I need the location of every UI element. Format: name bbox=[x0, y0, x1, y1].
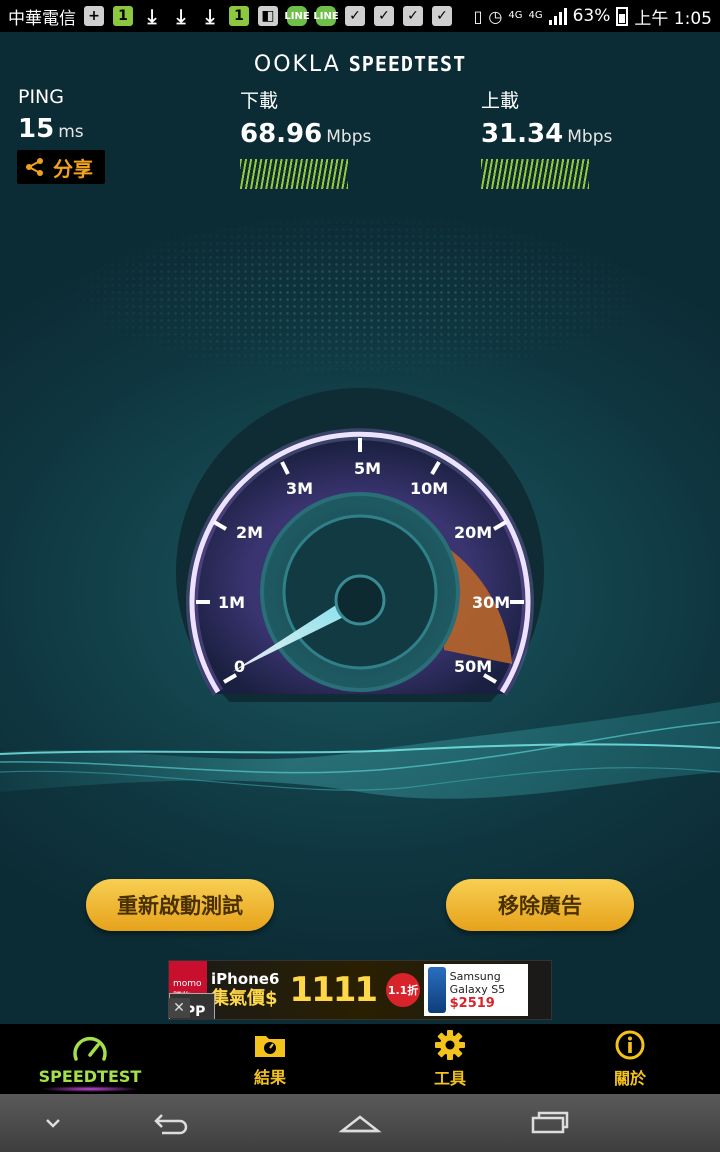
download-icon: ⤓ bbox=[205, 4, 215, 28]
tab-tools-label: 工具 bbox=[433, 1069, 466, 1088]
speed-gauge: 0 1M 2M 3M 5M 10M 20M 30M 50M bbox=[176, 388, 544, 702]
background-wave bbox=[0, 702, 720, 799]
download-stat: 下載 68.96 Mbps bbox=[240, 86, 371, 189]
chevron-down-icon bbox=[46, 1119, 60, 1128]
ad-phone-name: Samsung Galaxy S5 bbox=[449, 969, 506, 996]
battery-icon bbox=[616, 6, 629, 26]
results-folder-icon bbox=[255, 1036, 285, 1057]
gauge-tick-20m: 20M bbox=[454, 523, 492, 542]
share-label: 分享 bbox=[53, 156, 93, 181]
download-icon: ⤓ bbox=[176, 4, 186, 28]
upload-value-row: 31.34 Mbps bbox=[481, 119, 612, 149]
upload-value: 31.34 bbox=[481, 119, 564, 149]
ad-discount-badge: 1.1折 bbox=[386, 973, 421, 1007]
download-unit: Mbps bbox=[326, 127, 372, 147]
ad-line1: iPhone6 bbox=[211, 970, 280, 988]
home-button[interactable] bbox=[330, 1094, 390, 1152]
tab-results-label: 結果 bbox=[253, 1068, 286, 1087]
carrier-name: 中華電信 bbox=[8, 8, 76, 29]
ad-phone-price: $2519 bbox=[449, 995, 495, 1011]
clock: 上午 1:05 bbox=[634, 8, 712, 29]
home-icon bbox=[338, 1115, 382, 1133]
task-check-icon: ✓ bbox=[432, 6, 452, 26]
download-value-row: 68.96 Mbps bbox=[240, 119, 371, 149]
ping-label: PING bbox=[18, 86, 64, 108]
upload-unit: Mbps bbox=[567, 127, 613, 147]
ping-stat: PING 15 ms bbox=[18, 86, 84, 144]
gauge-tick-5m: 5M bbox=[354, 459, 381, 478]
ping-unit: ms bbox=[58, 122, 84, 142]
gauge-tick-30m: 30M bbox=[472, 593, 510, 612]
back-button[interactable] bbox=[140, 1094, 200, 1152]
ad-banner[interactable]: momo購物 iPhone6 集氣價$ 1111 APP 搶購 1.1折 Sam… bbox=[168, 960, 552, 1020]
app-notification-icon: ◧ bbox=[258, 6, 278, 26]
gauge-tick-0: 0 bbox=[234, 657, 245, 676]
gauge-tick-10m: 10M bbox=[410, 479, 448, 498]
background-dot-map bbox=[60, 212, 660, 382]
notification-icons: + 1 ⤓ ⤓ ⤓ 1 ◧ LINE LINE ✓ ✓ ✓ ✓ bbox=[84, 4, 452, 28]
ad-phone-image bbox=[428, 967, 446, 1013]
task-check-icon: ✓ bbox=[374, 6, 394, 26]
system-nav-bar bbox=[0, 1094, 720, 1152]
one-notification-icon: 1 bbox=[113, 6, 133, 26]
gauge-tick-2m: 2M bbox=[236, 523, 263, 542]
vibrate-icon: ▯ bbox=[473, 6, 483, 26]
alarm-icon: ◷ bbox=[488, 6, 503, 26]
info-icon bbox=[615, 1030, 645, 1060]
network-type-2: 4G bbox=[528, 10, 543, 21]
bottom-tab-bar: SPEEDTEST 結果 工具 關於 bbox=[0, 1024, 720, 1094]
gauge-tick-50m: 50M bbox=[454, 657, 492, 676]
task-check-icon: ✓ bbox=[403, 6, 423, 26]
gauge-hub bbox=[334, 574, 386, 626]
gear-icon bbox=[435, 1030, 465, 1060]
gauge-tick-3m: 3M bbox=[286, 479, 313, 498]
remove-ads-button[interactable]: 移除廣告 bbox=[446, 879, 634, 931]
ad-headline: iPhone6 集氣價$ bbox=[207, 961, 283, 1019]
download-value: 68.96 bbox=[240, 119, 323, 149]
gauge-tick-1m: 1M bbox=[218, 593, 245, 612]
restart-test-button[interactable]: 重新啟動測試 bbox=[86, 879, 274, 931]
speedtest-app: OOKLA SPEEDTEST PING 15 ms 分享 下載 68.96 Mbp… bbox=[0, 32, 720, 1024]
tab-speedtest[interactable]: SPEEDTEST bbox=[0, 1024, 180, 1094]
back-arrow-icon bbox=[154, 1114, 188, 1135]
line-app-icon: LINE bbox=[284, 6, 310, 26]
battery-percent: 63% bbox=[572, 6, 611, 26]
download-graph bbox=[240, 159, 348, 189]
tab-about[interactable]: 關於 bbox=[540, 1024, 720, 1094]
hide-keyboard-button[interactable] bbox=[30, 1094, 76, 1152]
upload-label: 上載 bbox=[481, 90, 520, 112]
system-status: ▯ ◷ 4G 4G 63% 上午 1:05 bbox=[474, 4, 712, 29]
ad-close-button[interactable]: ✕ bbox=[168, 998, 190, 1018]
download-icon: ⤓ bbox=[147, 4, 157, 28]
one-notification-icon: 1 bbox=[229, 6, 249, 26]
upload-stat: 上載 31.34 Mbps bbox=[481, 86, 612, 189]
ad-phone-box: Samsung Galaxy S5 $2519 bbox=[424, 964, 529, 1016]
plus-notification-icon: + bbox=[84, 6, 104, 26]
tab-results[interactable]: 結果 bbox=[180, 1024, 360, 1094]
logo-ookla: OOKLA bbox=[253, 52, 341, 77]
speedometer-icon bbox=[73, 1036, 107, 1061]
line-app-icon: LINE bbox=[313, 6, 339, 26]
status-bar: 中華電信 + 1 ⤓ ⤓ ⤓ 1 ◧ LINE LINE ✓ ✓ ✓ ✓ ▯ ◷… bbox=[0, 0, 720, 32]
ad-price: 1111 bbox=[289, 970, 378, 1010]
ping-value-row: 15 ms bbox=[18, 114, 84, 144]
app-logo: OOKLA SPEEDTEST bbox=[0, 52, 720, 77]
signal-icon bbox=[548, 7, 567, 25]
network-type: 4G bbox=[508, 10, 523, 21]
task-check-icon: ✓ bbox=[345, 6, 365, 26]
ad-line2: 集氣價$ bbox=[211, 988, 278, 1009]
tab-tools[interactable]: 工具 bbox=[360, 1024, 540, 1094]
recent-apps-button[interactable] bbox=[520, 1094, 580, 1152]
tab-about-label: 關於 bbox=[613, 1069, 646, 1088]
share-icon bbox=[26, 158, 43, 176]
upload-graph bbox=[481, 159, 589, 189]
share-button[interactable]: 分享 bbox=[17, 150, 105, 184]
tab-speedtest-label: SPEEDTEST bbox=[38, 1066, 142, 1086]
ping-value: 15 bbox=[18, 114, 55, 144]
download-label: 下載 bbox=[240, 90, 279, 112]
logo-speedtest: SPEEDTEST bbox=[348, 52, 467, 76]
recent-apps-icon bbox=[531, 1111, 569, 1134]
